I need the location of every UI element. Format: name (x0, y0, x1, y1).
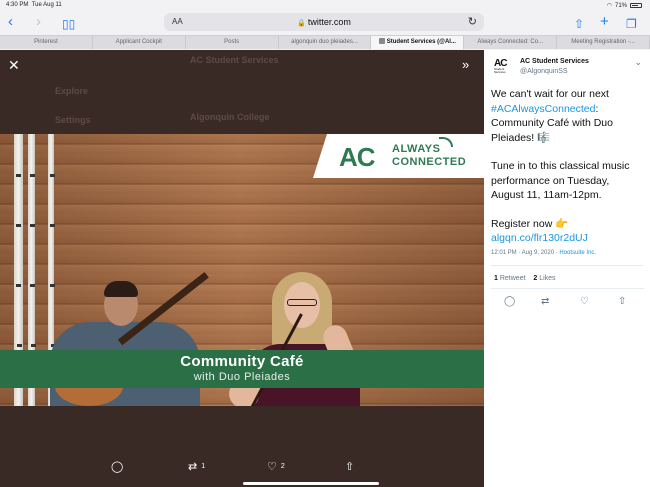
banner-subtitle: with Duo Pleiades (193, 371, 291, 383)
heart-icon: ♡ (267, 461, 277, 473)
url-display: 🔒 twitter.com (164, 17, 484, 27)
status-time-date: 4:30 PM Tue Aug 11 (6, 2, 62, 8)
like-button[interactable]: ♡ 2 (267, 460, 285, 473)
like-count: 2 (280, 463, 285, 470)
tweet-paragraph: Tune in to this classical music performa… (491, 160, 630, 201)
divider (491, 265, 644, 266)
tweet-stats: 1 Retweet 2 Likes (494, 275, 556, 282)
bookmarks-icon[interactable]: ▯▯ (62, 16, 75, 32)
heart-icon[interactable]: ♡ (580, 296, 589, 307)
registration-link[interactable]: algqn.co/flr130r2dUJ (491, 231, 643, 246)
tabs-overview-icon[interactable]: ❐ (626, 16, 637, 32)
reply-icon[interactable]: ◯ (504, 296, 515, 307)
bg-menu-settings: Settings (55, 115, 91, 125)
back-icon[interactable]: ‹ (8, 14, 13, 30)
battery-percent: 71% (614, 2, 627, 9)
retweet-button[interactable]: ⇄ 1 (188, 460, 205, 473)
tab-label: Pinterest (34, 39, 58, 45)
banner-title: Community Café (180, 353, 304, 370)
close-icon[interactable]: ✕ (8, 58, 20, 72)
battery-icon (630, 3, 642, 8)
tab-label: Applicant Cockpit (115, 39, 162, 45)
tab-label: Posts (224, 39, 240, 45)
signal-icon (439, 137, 453, 147)
likes-label: Likes (539, 275, 556, 282)
new-tab-icon[interactable]: + (600, 14, 609, 30)
tab-label: Meeting Registration -... (571, 39, 635, 45)
likes-count: 2 (533, 275, 538, 282)
retweets-label: Retweet (499, 275, 526, 282)
lock-icon: 🔒 (297, 20, 306, 27)
handle[interactable]: @AlgonquinSS (520, 68, 568, 75)
retweets-stat[interactable]: 1 Retweet (494, 275, 526, 282)
url-text: twitter.com (307, 17, 351, 27)
tweet-text: We can't wait for our next #ACAlwaysConn… (491, 87, 643, 246)
tab-always-connected[interactable]: Always Connected: Co... (464, 36, 558, 49)
ac-mark: AC (339, 142, 376, 172)
tab-algonquin-duo[interactable]: algonquin duo pleiades... (279, 36, 372, 49)
guitarist-hair (104, 281, 138, 297)
tweet-panel: AC Student Services AC Student Services … (484, 50, 650, 487)
tab-bar: Pinterest Applicant Cockpit Posts algonq… (0, 35, 650, 49)
tab-label: algonquin duo pleiades... (291, 39, 358, 45)
status-date: Tue Aug 11 (31, 2, 62, 8)
ac-connected: CONNECTED (392, 156, 467, 168)
share-icon[interactable]: ⇧ (345, 460, 354, 473)
timestamp: 12:01 PM · Aug 9, 2020 · (491, 250, 560, 256)
event-banner: Community Café with Duo Pleiades (0, 350, 484, 388)
tab-posts[interactable]: Posts (186, 36, 279, 49)
reply-icon[interactable]: ◯ (111, 460, 123, 473)
avatar-logo-subtext: Student Services (494, 67, 506, 74)
tab-favicon-icon (378, 38, 385, 44)
tweet-line: We can't wait for our next (491, 88, 609, 100)
likes-stat[interactable]: 2 Likes (533, 275, 555, 282)
media-action-bar: ◯ ⇄ 1 ♡ 2 ⇧ (0, 454, 484, 480)
display-name[interactable]: AC Student Services (520, 58, 589, 65)
retweet-icon: ⇄ (188, 461, 198, 473)
forward-icon[interactable]: › (36, 14, 41, 30)
tab-label: Student Services (@Al... (386, 39, 456, 45)
register-line: Register now 👉 (491, 217, 569, 230)
tab-pinterest[interactable]: Pinterest (0, 36, 93, 49)
hashtag-link[interactable]: #ACAlwaysConnected (491, 103, 595, 115)
retweet-count: 1 (201, 463, 206, 470)
bg-account-name: AC Student Services (190, 55, 279, 65)
ac-always: ALWAYS (392, 143, 441, 155)
reload-icon[interactable]: ↻ (468, 15, 477, 28)
always-connected-logo: AC ALWAYS CONNECTED (313, 134, 484, 178)
wifi-icon: ◠ (606, 3, 612, 9)
divider (491, 288, 644, 289)
home-indicator (243, 482, 379, 485)
status-time: 4:30 PM (6, 2, 29, 8)
avatar[interactable]: AC Student Services (494, 58, 510, 74)
collapse-panel-icon[interactable]: » (462, 58, 469, 72)
bg-college-name: Algonquin College (190, 112, 270, 122)
tweet-image: AC ALWAYS CONNECTED Community Café with … (0, 134, 484, 406)
media-viewer: AC Student Services Explore Settings Alg… (0, 50, 484, 487)
retweets-count: 1 (494, 275, 498, 282)
bg-menu-explore: Explore (55, 86, 89, 96)
glasses (287, 299, 317, 306)
screen: 4:30 PM Tue Aug 11 ◠ 71% ‹ › ▯▯ AA 🔒 twit… (0, 0, 650, 487)
share-icon[interactable]: ⇧ (618, 296, 626, 307)
status-right: ◠ 71% (607, 2, 642, 9)
status-bar: 4:30 PM Tue Aug 11 ◠ 71% (0, 0, 650, 10)
browser-toolbar: ‹ › ▯▯ AA 🔒 twitter.com ↻ ⇧ + ❐ (0, 10, 650, 34)
tweet-meta: 12:01 PM · Aug 9, 2020 · Hootsuite Inc. (491, 250, 596, 256)
tab-meeting-registration[interactable]: Meeting Registration -... (557, 36, 650, 49)
share-icon[interactable]: ⇧ (574, 16, 584, 32)
tab-student-services[interactable]: Student Services (@Al... (371, 36, 465, 49)
source-link[interactable]: Hootsuite Inc. (559, 250, 596, 256)
chevron-down-icon[interactable]: ⌄ (634, 57, 642, 68)
tab-label: Always Connected: Co... (477, 39, 544, 45)
address-bar[interactable]: AA 🔒 twitter.com ↻ (164, 13, 484, 31)
tab-applicant-cockpit[interactable]: Applicant Cockpit (93, 36, 186, 49)
retweet-icon[interactable]: ⇄ (541, 296, 549, 307)
